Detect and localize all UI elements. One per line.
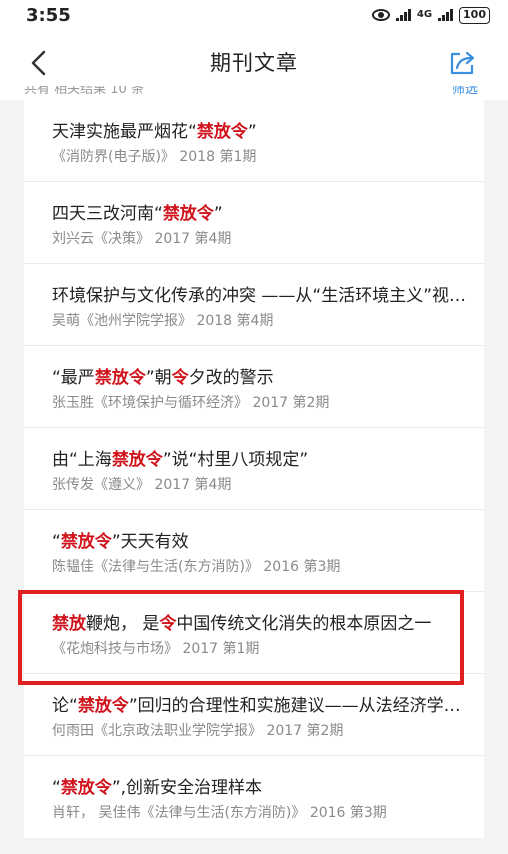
eye-icon	[371, 9, 390, 21]
title-text: ”天天有效	[111, 532, 189, 552]
article-meta: 《消防界(电子版)》 2018 第1期	[52, 149, 257, 165]
title-text: 由“上海	[52, 450, 112, 470]
title-text: ”说“村里八项规定”	[162, 450, 309, 470]
title-text: ”	[213, 204, 223, 224]
back-button[interactable]	[28, 50, 50, 76]
article-title: 论“禁放令”回归的合理性和实施建议——从法经济学视角	[52, 694, 472, 718]
article-meta: 肖轩， 吴佳伟《法律与生活(东方消防)》 2016 第3期	[52, 805, 387, 821]
signal-4g-icon	[438, 9, 454, 21]
status-bar: 3:55 4G 100	[0, 0, 508, 30]
title-text: “	[52, 778, 61, 798]
keyword-highlight: 令	[171, 368, 189, 388]
signal-icon	[395, 9, 411, 21]
article-meta: 何雨田《北京政法职业学院学报》 2017 第2期	[52, 723, 344, 739]
article-item[interactable]: “禁放令”天天有效陈韫佳《法律与生活(东方消防)》 2016 第3期	[24, 510, 484, 592]
battery-icon: 100	[459, 6, 490, 24]
article-list: 天津实施最严烟花“禁放令” 《消防界(电子版)》 2018 第1期 四天三改河南“禁…	[24, 100, 484, 838]
keyword-highlight: 禁放令	[60, 532, 112, 552]
status-time: 3:55	[26, 4, 71, 26]
keyword-highlight: 禁放令	[94, 368, 146, 388]
article-title: 由“上海禁放令”说“村里八项规定”	[52, 448, 472, 472]
keyword-highlight: 禁放	[52, 614, 86, 634]
article-title: 天津实施最严烟花“禁放令”	[52, 120, 472, 144]
article-title: “最严禁放令”朝令夕改的警示	[52, 366, 472, 390]
article-meta: 吴萌《池州学院学报》 2018 第4期	[52, 313, 274, 329]
article-meta: 刘兴云《决策》 2017 第4期	[52, 231, 232, 247]
article-item[interactable]: 由“上海禁放令”说“村里八项规定” 张传发《遵义》 2017 第4期	[24, 428, 484, 510]
share-icon	[450, 51, 475, 75]
title-text: 鞭炮， 是	[86, 614, 160, 634]
results-count: 共有 相关结果 10 条	[24, 86, 144, 97]
article-item[interactable]: 论“禁放令”回归的合理性和实施建议——从法经济学视角何雨田《北京政法职业学院学报…	[24, 674, 484, 756]
title-text: 中国传统文化消失的根本原因之一	[176, 614, 432, 634]
article-item[interactable]: “禁放令”,创新安全治理样本肖轩， 吴佳伟《法律与生活(东方消防)》 2016 …	[24, 756, 484, 838]
title-text: “	[52, 532, 61, 552]
title-text: 论“	[52, 696, 78, 716]
title-text: 天津实施最严烟花“	[52, 122, 197, 142]
network-type: 4G	[416, 9, 433, 20]
keyword-highlight: 令	[159, 614, 177, 634]
article-meta: 张传发《遵义》 2017 第4期	[52, 477, 232, 493]
title-text: ”	[247, 122, 257, 142]
article-title: 环境保护与文化传承的冲突 ——从“生活环境主义”视角看禁放令	[52, 284, 472, 308]
article-item[interactable]: 天津实施最严烟花“禁放令” 《消防界(电子版)》 2018 第1期	[24, 100, 484, 182]
article-meta: 陈韫佳《法律与生活(东方消防)》 2016 第3期	[52, 559, 341, 575]
article-item[interactable]: 环境保护与文化传承的冲突 ——从“生活环境主义”视角看禁放令吴萌《池州学院学报》…	[24, 264, 484, 346]
keyword-highlight: 禁放令	[77, 696, 129, 716]
title-text: 四天三改河南“	[52, 204, 163, 224]
keyword-highlight: 禁放令	[111, 450, 163, 470]
keyword-highlight: 禁放令	[196, 122, 248, 142]
share-button[interactable]	[448, 50, 478, 76]
keyword-highlight: 禁放令	[60, 778, 112, 798]
results-header: 共有 相关结果 10 条 筛选	[0, 86, 508, 100]
title-text: 环境保护与文化传承的冲突 ——从“生活环境主义”视角看禁放令	[52, 286, 472, 306]
article-title: 四天三改河南“禁放令”	[52, 202, 472, 226]
article-meta: 《花炮科技与市场》 2017 第1期	[52, 641, 260, 657]
chevron-left-icon	[31, 50, 46, 76]
status-icons: 4G 100	[371, 6, 490, 24]
title-text: ”朝	[145, 368, 172, 388]
article-meta: 张玉胜《环境保护与循环经济》 2017 第2期	[52, 395, 330, 411]
article-title: “禁放令”天天有效	[52, 530, 472, 554]
keyword-highlight: 禁放令	[162, 204, 214, 224]
filter-link[interactable]: 筛选	[452, 86, 478, 97]
article-item[interactable]: 禁放鞭炮， 是令中国传统文化消失的根本原因之一《花炮科技与市场》 2017 第1…	[24, 592, 484, 674]
article-title: “禁放令”,创新安全治理样本	[52, 776, 472, 800]
title-text: “最严	[52, 368, 95, 388]
title-text: 夕改的警示	[188, 368, 274, 388]
article-title: 禁放鞭炮， 是令中国传统文化消失的根本原因之一	[52, 612, 472, 636]
article-item[interactable]: 四天三改河南“禁放令” 刘兴云《决策》 2017 第4期	[24, 182, 484, 264]
page-title: 期刊文章	[210, 51, 298, 75]
article-item[interactable]: “最严禁放令”朝令夕改的警示张玉胜《环境保护与循环经济》 2017 第2期	[24, 346, 484, 428]
nav-bar: 期刊文章	[0, 30, 508, 94]
title-text: ”回归的合理性和实施建议——从法经济学视角	[128, 696, 472, 716]
title-text: ”,创新安全治理样本	[111, 778, 263, 798]
